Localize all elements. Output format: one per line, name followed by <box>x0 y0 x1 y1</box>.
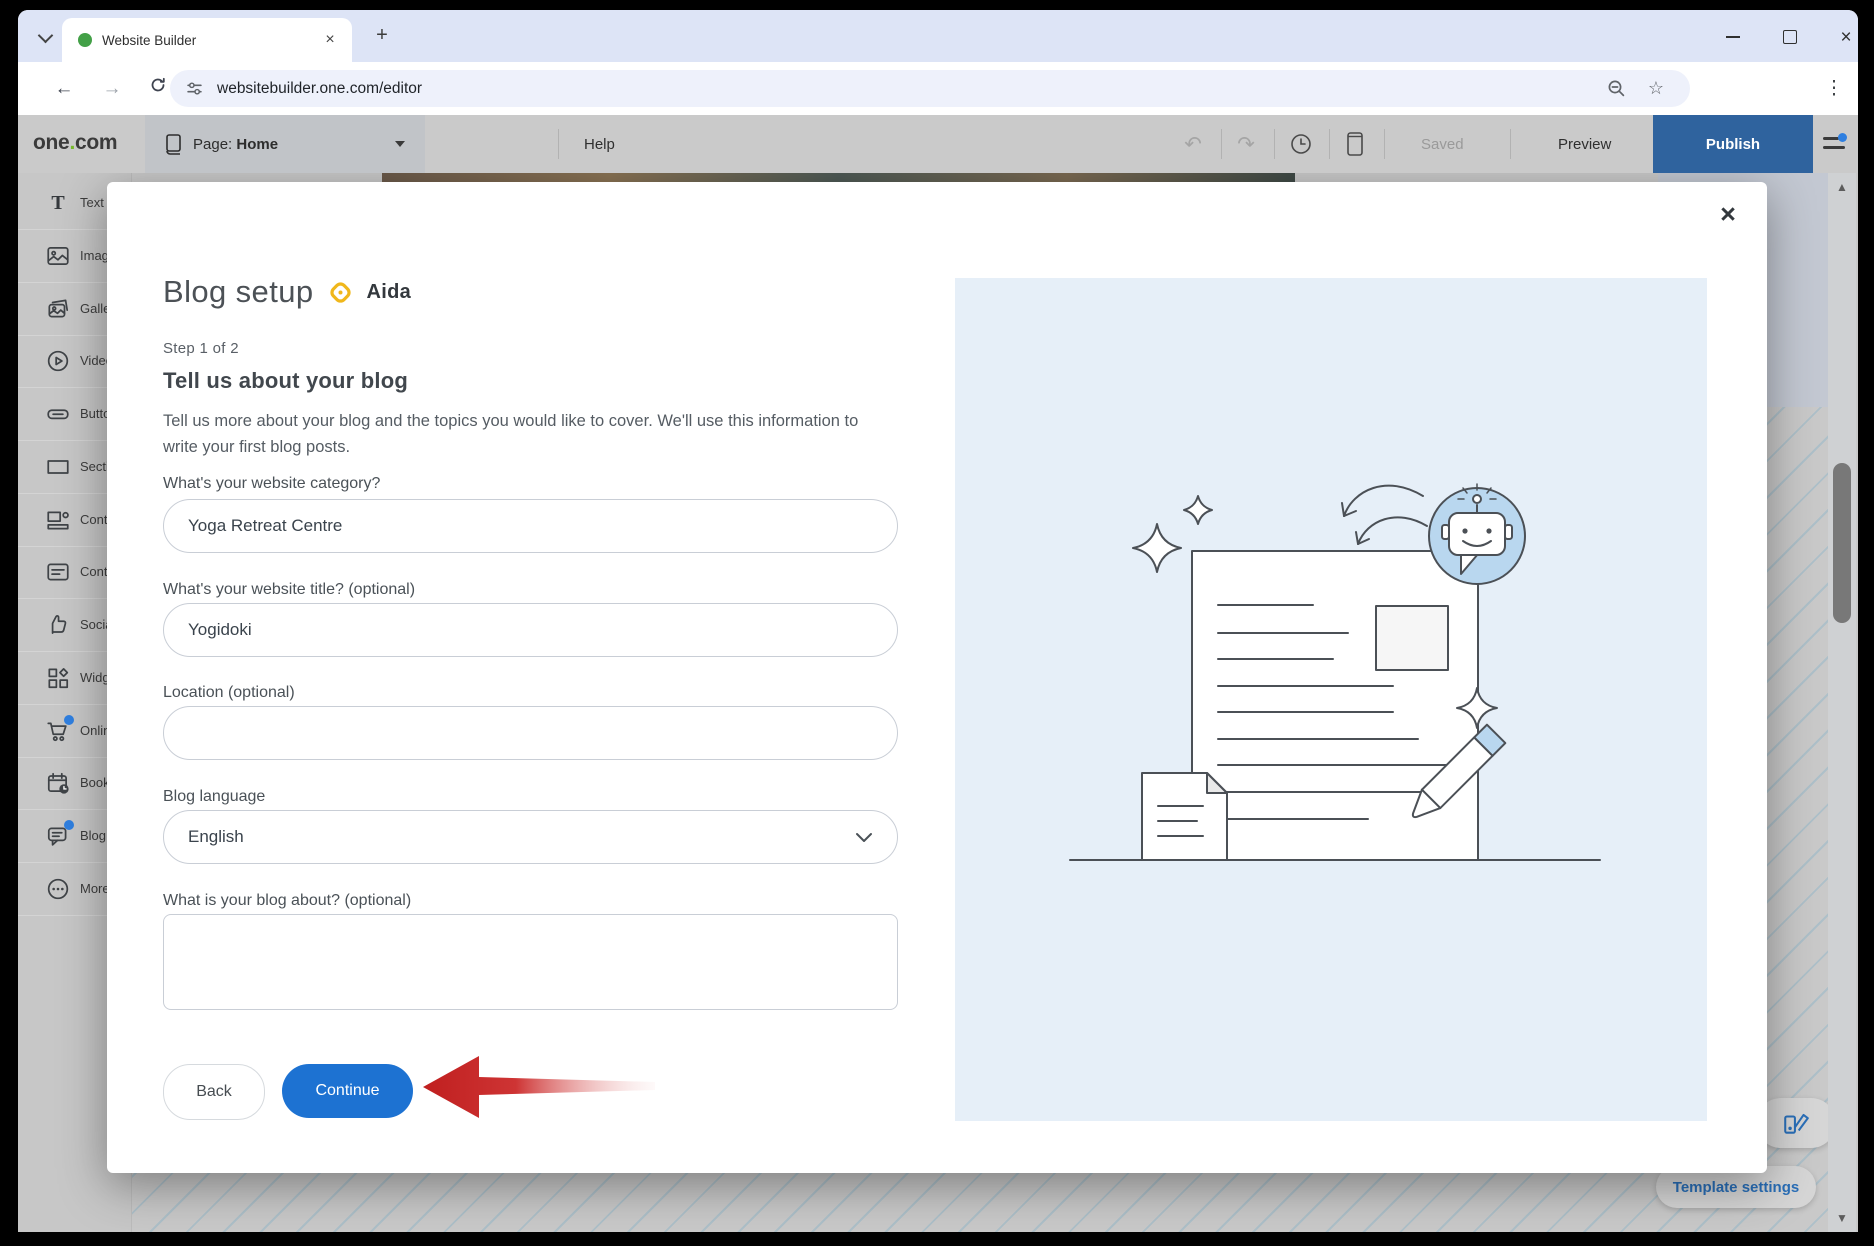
window-close-button[interactable]: × <box>1829 26 1858 48</box>
tab-close-icon[interactable]: × <box>320 30 340 50</box>
thumbs-up-icon <box>45 612 71 638</box>
browser-tab[interactable]: Website Builder × <box>62 18 352 62</box>
scroll-up-icon[interactable]: ▲ <box>1828 175 1856 199</box>
aida-brand-name: Aida <box>367 281 412 304</box>
more-ellipsis-icon <box>45 876 71 902</box>
modal-close-button[interactable]: × <box>1711 198 1745 232</box>
forward-button[interactable]: → <box>97 74 127 104</box>
annotation-arrow-icon <box>419 1048 661 1126</box>
undo-button[interactable]: ↶ <box>1178 129 1208 159</box>
location-label: Location (optional) <box>163 684 295 702</box>
about-label: What is your blog about? (optional) <box>163 892 411 910</box>
category-input[interactable] <box>163 499 898 553</box>
page-selector-dropdown[interactable]: Page: Home <box>145 115 425 173</box>
style-palette-button[interactable] <box>1756 1098 1836 1148</box>
booking-calendar-icon <box>45 770 71 796</box>
back-button[interactable]: Back <box>163 1064 265 1120</box>
browser-menu-icon[interactable]: ⋮ <box>1824 75 1844 103</box>
window-minimize-button[interactable] <box>1716 26 1750 48</box>
text-icon: T <box>45 190 71 216</box>
modal-title: Blog setup <box>163 274 314 310</box>
website-title-input[interactable] <box>163 603 898 657</box>
aida-illustration <box>955 278 1707 1121</box>
notification-dot <box>64 715 74 725</box>
widgets-icon <box>45 665 71 691</box>
scroll-down-icon[interactable]: ▼ <box>1828 1206 1856 1230</box>
browser-window: Website Builder × + × ← → websitebuilder… <box>18 10 1858 1232</box>
url-text: websitebuilder.one.com/editor <box>217 80 422 98</box>
section-icon <box>45 454 71 480</box>
location-input[interactable] <box>163 706 898 760</box>
window-maximize-button[interactable] <box>1773 26 1807 48</box>
save-status: Saved <box>1421 115 1464 173</box>
step-indicator: Step 1 of 2 <box>163 340 239 357</box>
one-com-logo: one.com <box>33 131 117 155</box>
publish-button[interactable]: Publish <box>1653 115 1813 173</box>
editor-toolbar: one.com Page: Home Help ↶ ↷ Saved Previe… <box>18 115 1858 174</box>
language-value: English <box>188 827 244 847</box>
button-icon <box>45 401 71 427</box>
reload-button[interactable] <box>143 74 173 104</box>
blog-setup-modal: × Blog setup Aida Step 1 of 2 Tell us ab… <box>107 182 1767 1173</box>
close-icon: × <box>1840 28 1851 47</box>
chevron-down-icon <box>37 27 53 43</box>
maximize-icon <box>1783 30 1797 44</box>
modal-title-row: Blog setup Aida <box>163 274 411 310</box>
language-label: Blog language <box>163 788 265 806</box>
blog-icon <box>45 823 71 849</box>
notification-dot <box>1838 133 1847 142</box>
back-button[interactable]: ← <box>49 74 79 104</box>
website-title-label: What's your website title? (optional) <box>163 581 415 599</box>
aida-logo-icon <box>327 279 354 306</box>
category-label: What's your website category? <box>163 475 380 493</box>
gallery-icon <box>45 296 71 322</box>
tab-title: Website Builder <box>102 33 320 48</box>
scrollbar-thumb[interactable] <box>1833 463 1851 623</box>
cart-icon <box>45 718 71 744</box>
image-icon <box>45 243 71 269</box>
page-selector-label: Page: Home <box>193 136 278 153</box>
redo-button[interactable]: ↷ <box>1231 129 1261 159</box>
page-icon <box>163 133 183 155</box>
screen: Website Builder × + × ← → websitebuilder… <box>0 0 1874 1246</box>
notification-dot <box>64 820 74 830</box>
clock-icon <box>1289 132 1313 156</box>
new-tab-button[interactable]: + <box>368 22 396 50</box>
site-info-icon[interactable] <box>186 80 203 97</box>
blog-writing-illustration <box>955 278 1707 1121</box>
contact-form-icon <box>45 559 71 585</box>
tab-search-button[interactable] <box>30 24 60 50</box>
svg-text:T: T <box>51 192 65 214</box>
video-icon <box>45 348 71 374</box>
editor-content: T Text Imag Galle Video Butto Secti <box>18 173 1858 1232</box>
minimize-icon <box>1726 36 1740 38</box>
container-icon <box>45 507 71 533</box>
zoom-out-icon[interactable] <box>1607 79 1626 98</box>
preview-button[interactable]: Preview <box>1558 115 1611 173</box>
reload-icon <box>149 76 167 94</box>
history-button[interactable] <box>1286 129 1316 159</box>
modal-description: Tell us more about your blog and the top… <box>163 408 863 460</box>
page-hero-image <box>382 173 1295 182</box>
bookmark-star-icon[interactable]: ☆ <box>1648 78 1664 99</box>
language-select[interactable]: English <box>163 810 898 864</box>
help-button[interactable]: Help <box>584 115 615 173</box>
mobile-icon <box>1346 131 1364 157</box>
browser-chrome: ← → websitebuilder.one.com/editor ☆ ⋮ <box>18 62 1858 115</box>
address-bar[interactable]: websitebuilder.one.com/editor ☆ <box>170 70 1690 107</box>
palette-icon <box>1782 1109 1810 1137</box>
mobile-preview-button[interactable] <box>1340 129 1370 159</box>
page-scrollbar[interactable]: ▲ ▼ <box>1828 173 1856 1232</box>
menu-button[interactable] <box>1823 136 1847 152</box>
chevron-down-icon <box>855 832 873 843</box>
continue-button[interactable]: Continue <box>282 1064 413 1118</box>
about-textarea[interactable] <box>163 914 898 1010</box>
modal-heading: Tell us about your blog <box>163 368 408 394</box>
tab-strip: Website Builder × + × <box>18 10 1858 62</box>
favicon-icon <box>78 33 92 47</box>
caret-down-icon <box>395 141 405 147</box>
